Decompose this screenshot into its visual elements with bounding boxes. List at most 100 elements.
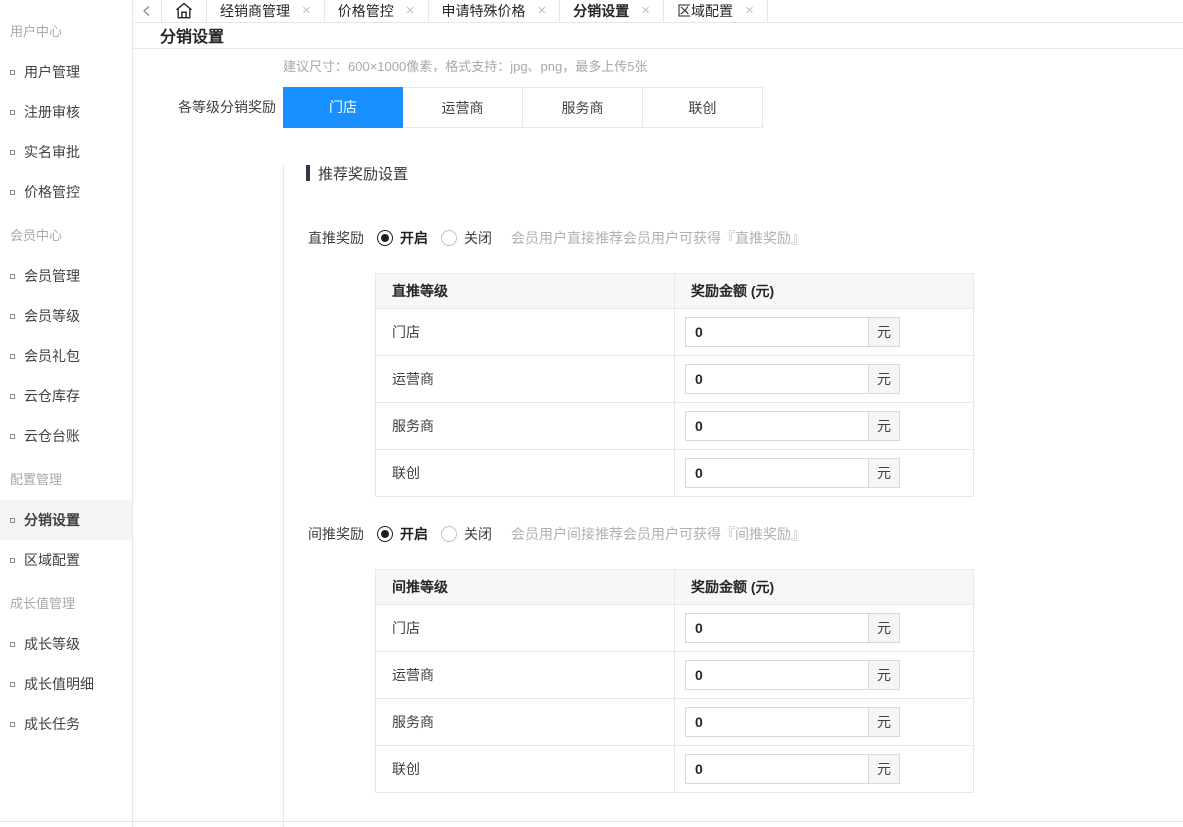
radio-off-label: 关闭 bbox=[464, 228, 492, 248]
table-header-row: 直推等级 奖励金额 (元) bbox=[376, 274, 974, 309]
reward-amount-input[interactable] bbox=[685, 364, 869, 394]
tab-label: 价格管控 bbox=[338, 1, 394, 21]
sidebar-item-user-management[interactable]: 用户管理 bbox=[0, 52, 132, 92]
indirect-reward-radio-off[interactable]: 关闭 bbox=[441, 524, 492, 544]
table-header-row: 间推等级 奖励金额 (元) bbox=[376, 570, 974, 605]
sidebar-item-distribution-settings[interactable]: 分销设置 bbox=[0, 500, 132, 540]
unit-addon: 元 bbox=[869, 660, 900, 690]
sidebar-section-title: 成长值管理 bbox=[0, 584, 132, 624]
table-row: 门店 元 bbox=[376, 605, 974, 652]
page-header: 分销设置 bbox=[133, 23, 1183, 49]
sidebar-item-label: 会员管理 bbox=[24, 266, 80, 286]
tab-dealer-management[interactable]: 经销商管理 × bbox=[207, 0, 325, 22]
amount-cell: 元 bbox=[675, 699, 974, 746]
level-cell: 联创 bbox=[376, 746, 675, 793]
tab-price-control[interactable]: 价格管控 × bbox=[325, 0, 429, 22]
sidebar-item-member-level[interactable]: 会员等级 bbox=[0, 296, 132, 336]
radio-on-label: 开启 bbox=[400, 228, 428, 248]
level-cell: 联创 bbox=[376, 450, 675, 497]
table-row: 运营商 元 bbox=[376, 652, 974, 699]
section-title-text: 推荐奖励设置 bbox=[318, 163, 408, 184]
sidebar-item-registration-review[interactable]: 注册审核 bbox=[0, 92, 132, 132]
close-icon[interactable]: × bbox=[302, 3, 311, 18]
column-header-amount: 奖励金额 (元) bbox=[675, 570, 974, 605]
sidebar-item-region-config[interactable]: 区域配置 bbox=[0, 540, 132, 580]
sidebar-item-member-management[interactable]: 会员管理 bbox=[0, 256, 132, 296]
square-bullet-icon bbox=[10, 682, 15, 687]
level-tab-operator[interactable]: 运营商 bbox=[403, 87, 523, 128]
sidebar-item-label: 注册审核 bbox=[24, 102, 80, 122]
close-icon[interactable]: × bbox=[745, 3, 754, 18]
table-row: 服务商 元 bbox=[376, 403, 974, 450]
reward-amount-input[interactable] bbox=[685, 613, 869, 643]
amount-cell: 元 bbox=[675, 746, 974, 793]
sidebar-section-config-management: 配置管理 分销设置 区域配置 bbox=[0, 460, 132, 580]
amount-input-group: 元 bbox=[685, 458, 973, 488]
indirect-reward-radio-row: 间推奖励 开启 关闭 会员用户间接推荐会员用户可获得『间推奖励』 bbox=[308, 524, 1183, 544]
sidebar-item-cloud-warehouse-stock[interactable]: 云仓库存 bbox=[0, 376, 132, 416]
amount-input-group: 元 bbox=[685, 317, 973, 347]
close-icon[interactable]: × bbox=[538, 3, 547, 18]
reward-amount-input[interactable] bbox=[685, 754, 869, 784]
table-row: 联创 元 bbox=[376, 450, 974, 497]
close-icon[interactable]: × bbox=[406, 3, 415, 18]
back-button[interactable] bbox=[133, 0, 162, 22]
column-header-level: 间推等级 bbox=[376, 570, 675, 605]
sidebar-section-growth-management: 成长值管理 成长等级 成长值明细 成长任务 bbox=[0, 584, 132, 744]
chevron-left-icon bbox=[141, 5, 153, 17]
home-icon bbox=[174, 1, 194, 21]
radio-off-label: 关闭 bbox=[464, 524, 492, 544]
amount-input-group: 元 bbox=[685, 707, 973, 737]
level-cell: 运营商 bbox=[376, 356, 675, 403]
level-tabs: 门店 运营商 服务商 联创 bbox=[283, 87, 763, 128]
tab-label: 经销商管理 bbox=[220, 1, 290, 21]
amount-cell: 元 bbox=[675, 450, 974, 497]
amount-cell: 元 bbox=[675, 403, 974, 450]
square-bullet-icon bbox=[10, 110, 15, 115]
sidebar-item-growth-task[interactable]: 成长任务 bbox=[0, 704, 132, 744]
sidebar-item-growth-value-detail[interactable]: 成长值明细 bbox=[0, 664, 132, 704]
tab-special-price-apply[interactable]: 申请特殊价格 × bbox=[429, 0, 561, 22]
direct-reward-radio-on[interactable]: 开启 bbox=[377, 228, 428, 248]
reward-amount-input[interactable] bbox=[685, 458, 869, 488]
level-tab-lianchuang[interactable]: 联创 bbox=[643, 87, 763, 128]
sidebar-section-title: 配置管理 bbox=[0, 460, 132, 500]
level-tab-service-provider[interactable]: 服务商 bbox=[523, 87, 643, 128]
sidebar-item-cloud-warehouse-ledger[interactable]: 云仓台账 bbox=[0, 416, 132, 456]
indirect-reward-hint: 会员用户间接推荐会员用户可获得『间推奖励』 bbox=[511, 524, 805, 544]
amount-input-group: 元 bbox=[685, 660, 973, 690]
sidebar-item-price-control[interactable]: 价格管控 bbox=[0, 172, 132, 212]
tab-distribution-settings[interactable]: 分销设置 × bbox=[560, 0, 664, 22]
sidebar-item-growth-level[interactable]: 成长等级 bbox=[0, 624, 132, 664]
level-tab-store[interactable]: 门店 bbox=[283, 87, 403, 128]
sidebar-item-realname-approval[interactable]: 实名审批 bbox=[0, 132, 132, 172]
reward-amount-input[interactable] bbox=[685, 317, 869, 347]
indirect-reward-radio-on[interactable]: 开启 bbox=[377, 524, 428, 544]
close-icon[interactable]: × bbox=[641, 3, 650, 18]
sidebar-item-label: 用户管理 bbox=[24, 62, 80, 82]
indirect-reward-table: 间推等级 奖励金额 (元) 门店 元 运营商 bbox=[375, 569, 974, 793]
level-cell: 服务商 bbox=[376, 403, 675, 450]
amount-cell: 元 bbox=[675, 356, 974, 403]
section-title-recommend-reward: 推荐奖励设置 bbox=[306, 164, 1183, 182]
column-header-level: 直推等级 bbox=[376, 274, 675, 309]
sidebar-section-user-center: 用户中心 用户管理 注册审核 实名审批 价格管控 bbox=[0, 12, 132, 212]
level-tabs-row: 各等级分销奖励 门店 运营商 服务商 联创 bbox=[133, 87, 1183, 128]
sidebar-item-label: 成长等级 bbox=[24, 634, 80, 654]
reward-amount-input[interactable] bbox=[685, 660, 869, 690]
sidebar-item-label: 实名审批 bbox=[24, 142, 80, 162]
sidebar-item-member-gift[interactable]: 会员礼包 bbox=[0, 336, 132, 376]
app-window: 用户中心 用户管理 注册审核 实名审批 价格管控 会员中心 会员管理 bbox=[0, 0, 1183, 827]
reward-amount-input[interactable] bbox=[685, 411, 869, 441]
sidebar-item-label: 成长任务 bbox=[24, 714, 80, 734]
direct-reward-radio-off[interactable]: 关闭 bbox=[441, 228, 492, 248]
upload-hint-text: 建议尺寸：600×1000像素，格式支持：jpg、png，最多上传5张 bbox=[283, 56, 1183, 74]
square-bullet-icon bbox=[10, 190, 15, 195]
reward-amount-input[interactable] bbox=[685, 707, 869, 737]
radio-on-label: 开启 bbox=[400, 524, 428, 544]
home-button[interactable] bbox=[162, 0, 207, 22]
direct-reward-radio-row: 直推奖励 开启 关闭 会员用户直接推荐会员用户可获得『直推奖励』 bbox=[308, 228, 1183, 248]
unit-addon: 元 bbox=[869, 754, 900, 784]
sidebar-section-title: 会员中心 bbox=[0, 216, 132, 256]
tab-region-config[interactable]: 区域配置 × bbox=[664, 0, 768, 22]
